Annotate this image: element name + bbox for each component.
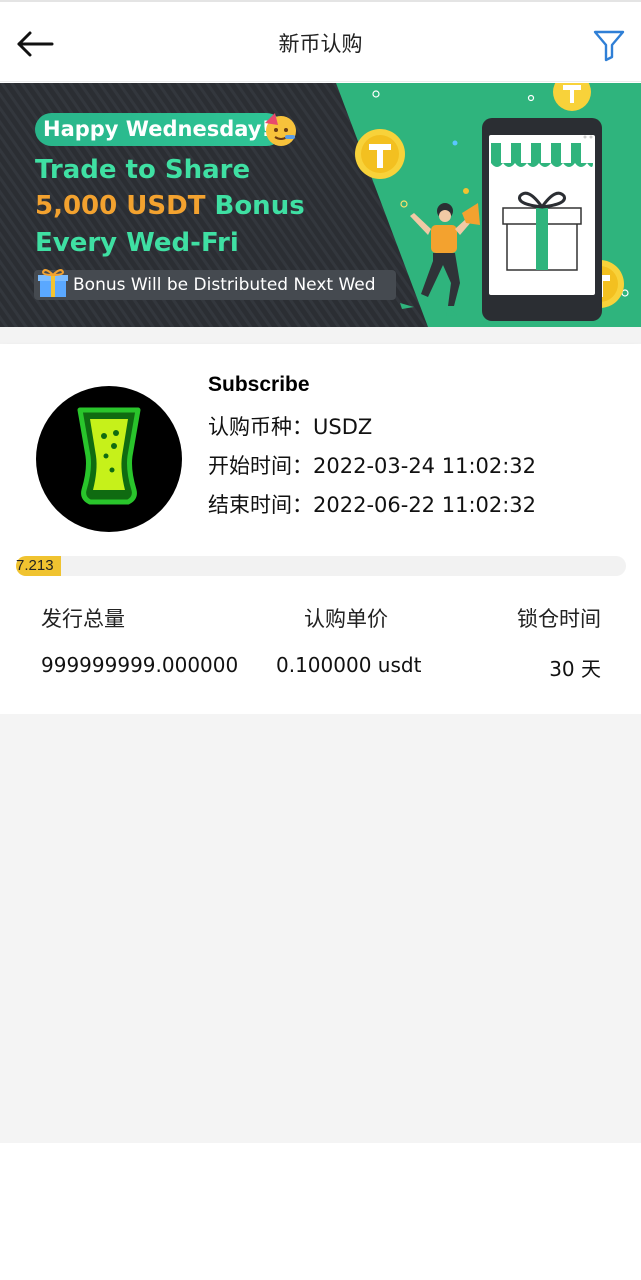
promo-bonus-line: 5,000 USDT Bonus xyxy=(35,191,305,221)
party-face-icon xyxy=(265,113,296,146)
filter-button[interactable] xyxy=(592,28,626,62)
promo-bonus-amount: 5,000 USDT xyxy=(35,191,206,221)
progress-label: 7.213 xyxy=(16,557,54,574)
promo-headline: Trade to Share xyxy=(35,155,251,185)
stat-value-total-supply: 999999999.000000 xyxy=(41,653,239,677)
start-time-label: 开始时间： xyxy=(208,454,313,478)
coin-value: USDZ xyxy=(313,415,373,439)
empty-content-area xyxy=(0,714,641,1143)
coin-logo xyxy=(36,386,182,532)
promo-note: Bonus Will be Distributed Next Wed xyxy=(73,275,376,295)
progress-track xyxy=(16,556,626,576)
stat-value-lock-period: 30 天 xyxy=(549,657,601,681)
stat-header-total-supply: 发行总量 xyxy=(41,607,125,631)
start-time-value: 2022-03-24 11:02:32 xyxy=(313,454,537,478)
end-time-value: 2022-06-22 11:02:32 xyxy=(313,493,537,517)
greeting-badge: Happy Wednesday! xyxy=(35,113,284,146)
coin-row: 认购币种：USDZ xyxy=(208,411,372,441)
tether-coin-icon xyxy=(355,129,405,179)
end-time-label: 结束时间： xyxy=(208,493,313,517)
app-header: 新币认购 xyxy=(0,2,641,82)
filter-icon xyxy=(593,30,625,62)
promo-bonus-tail: Bonus xyxy=(205,191,305,221)
end-time-row: 结束时间：2022-06-22 11:02:32 xyxy=(208,489,536,519)
gift-icon xyxy=(38,269,68,297)
coin-label: 认购币种： xyxy=(208,415,313,439)
section-gap xyxy=(0,327,641,344)
subscription-title: Subscribe xyxy=(208,373,310,396)
promo-schedule: Every Wed-Fri xyxy=(35,228,239,258)
page-title: 新币认购 xyxy=(278,32,363,56)
promo-banner[interactable]: Happy Wednesday! Trade to Share 5,000 US… xyxy=(0,83,641,327)
stat-header-unit-price: 认购单价 xyxy=(304,607,388,631)
stat-header-lock-period: 锁仓时间 xyxy=(517,607,601,631)
start-time-row: 开始时间：2022-03-24 11:02:32 xyxy=(208,450,536,480)
stat-value-unit-price: 0.100000 usdt xyxy=(276,653,422,677)
